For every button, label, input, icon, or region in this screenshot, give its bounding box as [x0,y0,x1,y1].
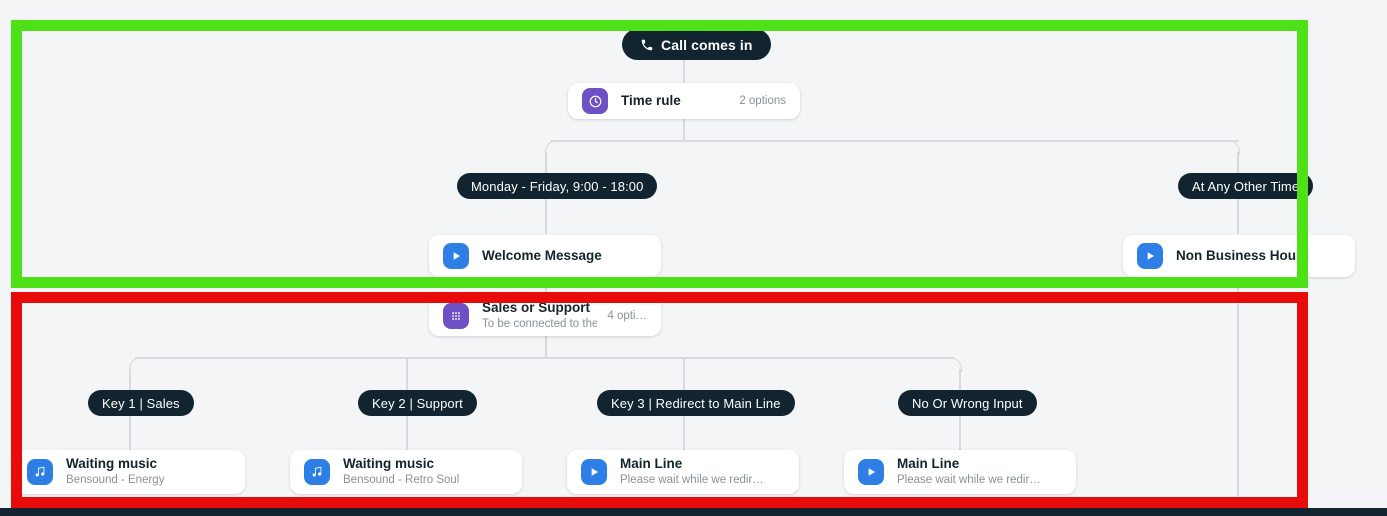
node-key-1-card[interactable]: Waiting music Bensound - Energy [13,450,245,494]
music-note-icon [304,459,330,485]
node-time-rule[interactable]: Time rule 2 options [568,83,800,119]
connector-timerule-down [683,117,685,141]
branch-label-any-other-time-text: At Any Other Time [1192,178,1300,194]
branch-label-key-1-text: Key 1 | Sales [102,395,180,411]
branch-label-no-or-wrong-input-text: No Or Wrong Input [912,395,1023,411]
node-welcome-message-title: Welcome Message [482,247,602,263]
node-key-4-card-subtitle: Please wait while we redir… [897,474,1041,487]
clock-icon [582,88,608,114]
connector-key4-down [959,369,961,391]
play-icon [443,243,469,269]
bottom-bar [0,508,1387,516]
node-key-3-card[interactable]: Main Line Please wait while we redir… [567,450,799,494]
branch-label-no-or-wrong-input[interactable]: No Or Wrong Input [898,390,1037,416]
connector-corner-key1 [129,357,144,372]
branch-label-key-1[interactable]: Key 1 | Sales [88,390,194,416]
play-icon [581,459,607,485]
node-key-2-card[interactable]: Waiting music Bensound - Retro Soul [290,450,522,494]
keypad-icon [443,303,469,329]
connector-key3-down [683,357,685,391]
phone-icon [641,39,653,50]
branch-label-any-other-time[interactable]: At Any Other Time [1178,173,1314,199]
call-flow-canvas[interactable]: Call comes in Time rule 2 options Monday… [0,0,1387,516]
connector-key1-to-card [129,414,131,450]
music-note-icon [27,459,53,485]
branch-label-key-3[interactable]: Key 3 | Redirect to Main Line [597,390,795,416]
connector-key4-to-card [959,414,961,450]
branch-label-business-hours[interactable]: Monday - Friday, 9:00 - 18:00 [457,173,658,199]
node-key-3-card-title: Main Line [620,455,683,471]
connector-menu-bus [135,357,954,359]
node-key-4-card[interactable]: Main Line Please wait while we redir… [844,450,1076,494]
connector-key2-to-card [406,414,408,450]
connector-corner-left [545,140,560,155]
connector-left-to-welcome [545,198,547,234]
node-sales-or-support-title: Sales or Support [482,299,591,315]
node-non-business-hours[interactable]: Non Business Hours [1123,235,1355,277]
connector-nonbusiness-down [1237,278,1239,516]
node-sales-or-support-options-count: 4 opti… [607,310,647,322]
play-icon [1137,243,1163,269]
connector-key3-to-card [683,414,685,450]
start-node-label: Call comes in [661,36,753,53]
node-welcome-message[interactable]: Welcome Message [429,235,661,277]
connector-key1-down [129,369,131,391]
node-sales-or-support-subtitle: To be connected to the Sa… [482,318,598,331]
node-key-4-card-title: Main Line [897,455,960,471]
connector-menu-down [545,336,547,358]
connector-key2-down [406,357,408,391]
start-node-call-comes-in[interactable]: Call comes in [622,29,771,60]
node-time-rule-options-count: 2 options [739,95,786,107]
node-key-1-card-subtitle: Bensound - Energy [66,474,165,487]
branch-label-key-3-text: Key 3 | Redirect to Main Line [611,395,781,411]
play-icon [858,459,884,485]
node-sales-or-support[interactable]: Sales or Support To be connected to the … [429,296,661,336]
connector-timerule-bus-right [683,140,1239,142]
node-key-3-card-subtitle: Please wait while we redir… [620,474,764,487]
node-key-2-card-title: Waiting music [343,455,435,471]
branch-label-business-hours-text: Monday - Friday, 9:00 - 18:00 [471,178,644,194]
node-key-2-card-subtitle: Bensound - Retro Soul [343,474,460,487]
connector-right-to-nonbusiness [1237,198,1239,234]
branch-label-key-2[interactable]: Key 2 | Support [358,390,477,416]
branch-label-key-2-text: Key 2 | Support [372,395,463,411]
node-non-business-hours-title: Non Business Hours [1176,247,1309,263]
node-time-rule-title: Time rule [621,92,681,108]
node-key-1-card-title: Waiting music [66,455,158,471]
